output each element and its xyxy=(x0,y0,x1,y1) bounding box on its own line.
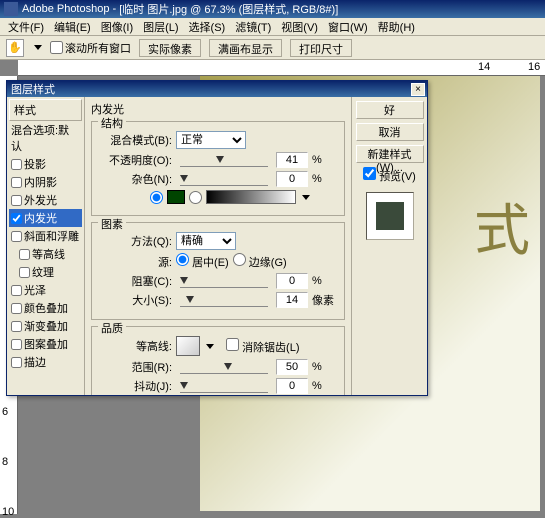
ok-button[interactable]: 好 xyxy=(356,101,424,119)
contour-label: 等高线: xyxy=(100,338,172,354)
source-center-radio[interactable]: 居中(E) xyxy=(176,253,229,270)
sidebar-item-patternoverlay[interactable]: 图案叠加 xyxy=(9,335,82,353)
scroll-all-checkbox[interactable]: 滚动所有窗口 xyxy=(50,40,131,56)
opacity-slider[interactable] xyxy=(180,153,268,167)
size-input[interactable] xyxy=(276,292,308,308)
doc-title: [临时 图片.jpg @ 67.3% (图层样式, RGB/8#)] xyxy=(119,1,338,17)
panel-title: 内发光 xyxy=(91,101,345,117)
styles-sidebar: 样式 混合选项:默认 投影 内阴影 外发光 内发光 斜面和浮雕 等高线 纹理 光… xyxy=(7,97,85,395)
blend-mode-label: 混合模式(B): xyxy=(100,132,172,148)
color-swatch[interactable] xyxy=(167,190,185,204)
choke-input[interactable] xyxy=(276,273,308,289)
menu-window[interactable]: 窗口(W) xyxy=(324,19,372,35)
gradient-picker[interactable] xyxy=(206,190,296,204)
antialias-checkbox[interactable]: 消除锯齿(L) xyxy=(226,338,300,355)
sidebar-item-satin[interactable]: 光泽 xyxy=(9,281,82,299)
menu-filter[interactable]: 滤镜(T) xyxy=(231,19,275,35)
range-input[interactable] xyxy=(276,359,308,375)
app-title: Adobe Photoshop xyxy=(22,3,109,15)
size-label: 大小(S): xyxy=(100,292,172,308)
source-label: 源: xyxy=(100,254,172,270)
menu-edit[interactable]: 编辑(E) xyxy=(50,19,95,35)
sidebar-item-outerglow[interactable]: 外发光 xyxy=(9,191,82,209)
sidebar-item-dropshadow[interactable]: 投影 xyxy=(9,155,82,173)
cancel-button[interactable]: 取消 xyxy=(356,123,424,141)
new-style-button[interactable]: 新建样式(W)... xyxy=(356,145,424,163)
sidebar-item-bevel[interactable]: 斜面和浮雕 xyxy=(9,227,82,245)
noise-label: 杂色(N): xyxy=(100,171,172,187)
blend-mode-select[interactable]: 正常 xyxy=(176,131,246,149)
color-radio[interactable] xyxy=(150,191,163,204)
choke-slider[interactable] xyxy=(180,274,268,288)
sidebar-item-gradientoverlay[interactable]: 渐变叠加 xyxy=(9,317,82,335)
opacity-label: 不透明度(O): xyxy=(100,152,172,168)
technique-label: 方法(Q): xyxy=(100,233,172,249)
canvas-text: 式 xyxy=(474,186,530,267)
sidebar-item-contour[interactable]: 等高线 xyxy=(9,245,82,263)
jitter-slider[interactable] xyxy=(180,379,268,393)
preview-checkbox[interactable]: 预览(V) xyxy=(363,167,416,184)
menu-layer[interactable]: 图层(L) xyxy=(139,19,182,35)
dialog-titlebar[interactable]: 图层样式 × xyxy=(7,81,427,97)
layer-style-dialog: 图层样式 × 样式 混合选项:默认 投影 内阴影 外发光 内发光 斜面和浮雕 等… xyxy=(6,80,428,396)
jitter-input[interactable] xyxy=(276,378,308,394)
sidebar-item-texture[interactable]: 纹理 xyxy=(9,263,82,281)
sidebar-item-innerglow[interactable]: 内发光 xyxy=(9,209,82,227)
tool-dropdown-icon[interactable] xyxy=(34,45,42,50)
opacity-input[interactable] xyxy=(276,152,308,168)
fit-screen-button[interactable]: 满画布显示 xyxy=(209,39,282,57)
menu-file[interactable]: 文件(F) xyxy=(4,19,48,35)
elements-group: 图素 方法(Q): 精确 源: 居中(E) 边缘(G) 阻塞(C): % xyxy=(91,222,345,320)
size-slider[interactable] xyxy=(180,293,268,307)
options-bar: ✋ 滚动所有窗口 实际像素 满画布显示 打印尺寸 xyxy=(0,36,545,60)
structure-group: 结构 混合模式(B): 正常 不透明度(O): % 杂色(N): % xyxy=(91,121,345,216)
sidebar-item-stroke[interactable]: 描边 xyxy=(9,353,82,371)
source-edge-radio[interactable]: 边缘(G) xyxy=(233,253,287,270)
menu-view[interactable]: 视图(V) xyxy=(277,19,322,35)
sidebar-header[interactable]: 样式 xyxy=(9,99,82,121)
menu-select[interactable]: 选择(S) xyxy=(185,19,230,35)
close-icon[interactable]: × xyxy=(411,83,425,96)
dialog-title: 图层样式 xyxy=(11,81,55,97)
settings-panel: 内发光 结构 混合模式(B): 正常 不透明度(O): % 杂色(N): xyxy=(85,97,351,395)
app-icon xyxy=(4,2,18,16)
noise-slider[interactable] xyxy=(180,172,268,186)
noise-input[interactable] xyxy=(276,171,308,187)
jitter-label: 抖动(J): xyxy=(100,378,172,394)
hand-tool-icon[interactable]: ✋ xyxy=(6,39,24,57)
menu-help[interactable]: 帮助(H) xyxy=(374,19,419,35)
gradient-radio[interactable] xyxy=(189,191,202,204)
contour-picker[interactable] xyxy=(176,336,200,356)
sidebar-item-innershadow[interactable]: 内阴影 xyxy=(9,173,82,191)
range-slider[interactable] xyxy=(180,360,268,374)
ruler-horizontal: 14 16 xyxy=(18,60,545,76)
contour-dropdown-icon[interactable] xyxy=(206,344,214,349)
app-titlebar: Adobe Photoshop - [临时 图片.jpg @ 67.3% (图层… xyxy=(0,0,545,18)
preview-thumbnail xyxy=(366,192,414,240)
print-size-button[interactable]: 打印尺寸 xyxy=(290,39,352,57)
gradient-dropdown-icon[interactable] xyxy=(302,195,310,200)
menubar: 文件(F) 编辑(E) 图像(I) 图层(L) 选择(S) 滤镜(T) 视图(V… xyxy=(0,18,545,36)
choke-label: 阻塞(C): xyxy=(100,273,172,289)
menu-image[interactable]: 图像(I) xyxy=(97,19,137,35)
quality-group: 品质 等高线: 消除锯齿(L) 范围(R): % 抖动(J): % xyxy=(91,326,345,395)
range-label: 范围(R): xyxy=(100,359,172,375)
sidebar-item-coloroverlay[interactable]: 颜色叠加 xyxy=(9,299,82,317)
technique-select[interactable]: 精确 xyxy=(176,232,236,250)
actual-pixels-button[interactable]: 实际像素 xyxy=(139,39,201,57)
dialog-buttons: 好 取消 新建样式(W)... 预览(V) xyxy=(351,97,427,395)
sidebar-blend-options[interactable]: 混合选项:默认 xyxy=(9,121,82,155)
